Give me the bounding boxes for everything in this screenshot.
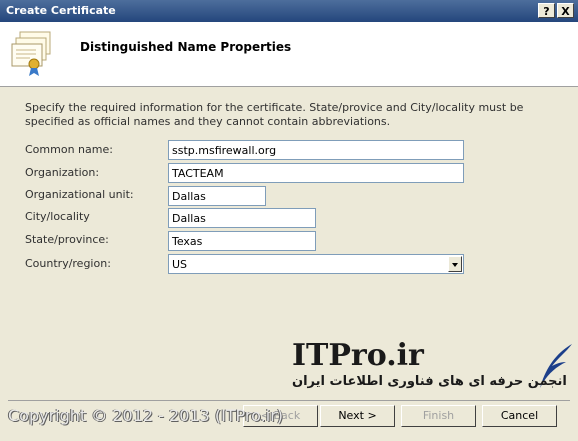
city-input[interactable]: Dallas bbox=[168, 208, 316, 228]
org-unit-label: Organizational unit: bbox=[25, 188, 134, 201]
close-button[interactable]: X bbox=[557, 3, 574, 18]
itpro-watermark-logo: ITPro.ir انجمن حرفه ای های فناوری اطلاعا… bbox=[288, 338, 578, 398]
organization-input[interactable]: TACTEAM bbox=[168, 163, 464, 183]
state-label: State/province: bbox=[25, 233, 109, 246]
copyright-watermark: Copyright © 2012 - 2013 (ITPro.ir) bbox=[8, 406, 284, 425]
org-unit-input[interactable]: Dallas bbox=[168, 186, 266, 206]
country-select-value: US bbox=[172, 258, 188, 271]
instructions-text: Specify the required information for the… bbox=[25, 101, 524, 128]
state-input[interactable]: Texas bbox=[168, 231, 316, 251]
next-button[interactable]: Next > bbox=[320, 405, 395, 427]
city-label: City/locality bbox=[25, 210, 90, 223]
common-name-input[interactable]: sstp.msfirewall.org bbox=[168, 140, 464, 160]
chevron-down-icon[interactable] bbox=[448, 256, 462, 272]
help-button[interactable]: ? bbox=[538, 3, 555, 18]
common-name-label: Common name: bbox=[25, 143, 113, 156]
watermark-brand: ITPro.ir bbox=[292, 338, 424, 373]
country-label: Country/region: bbox=[25, 257, 111, 270]
certificate-icon bbox=[11, 31, 51, 76]
wizard-header: Distinguished Name Properties bbox=[0, 22, 578, 87]
organization-label: Organization: bbox=[25, 166, 100, 179]
cancel-button[interactable]: Cancel bbox=[482, 405, 557, 427]
title-bar: Create Certificate ? X bbox=[0, 0, 578, 22]
window-title: Create Certificate bbox=[6, 4, 116, 17]
watermark-persian-text: انجمن حرفه ای های فناوری اطلاعات ایران bbox=[292, 374, 567, 389]
country-select[interactable]: US bbox=[168, 254, 464, 274]
finish-button[interactable]: Finish bbox=[401, 405, 476, 427]
page-title: Distinguished Name Properties bbox=[80, 40, 292, 54]
footer-divider bbox=[8, 400, 570, 401]
